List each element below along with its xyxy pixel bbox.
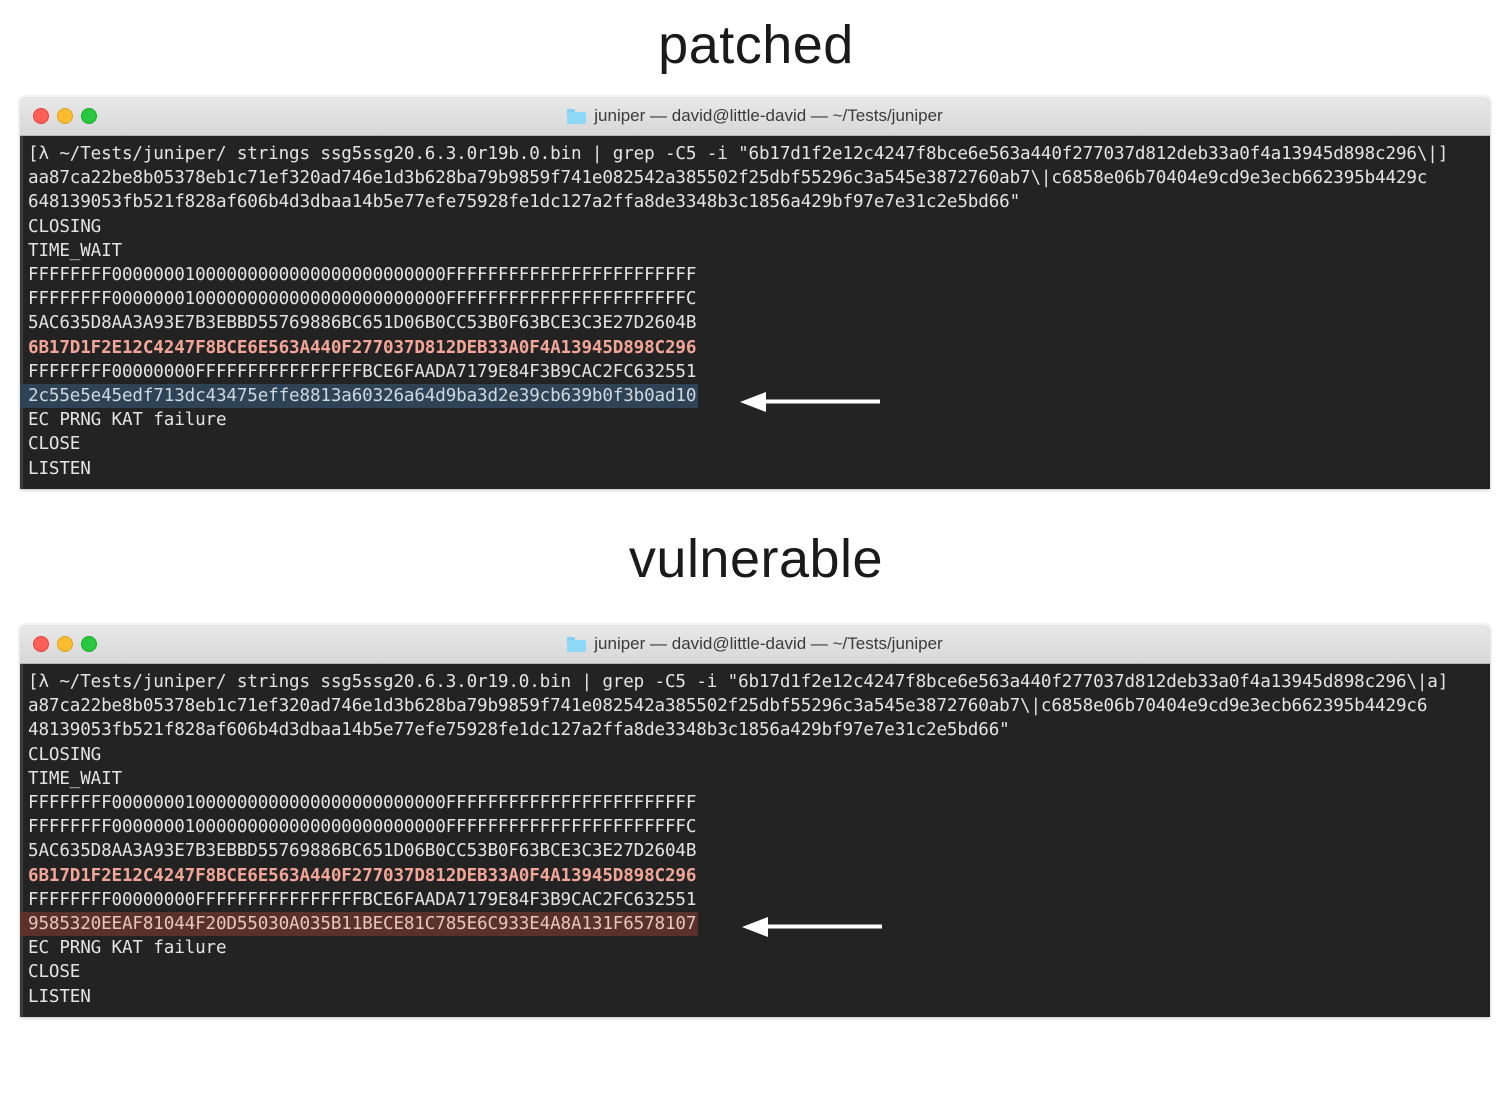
window-title-vulnerable: juniper — david@little-david — ~/Tests/j… — [594, 634, 943, 653]
terminal-line-vulnerable-q: 9585320EEAF81044F20D55030A035B11BECE81C7… — [20, 912, 699, 937]
terminal-line: 5AC635D8AA3A93E7B3EBBD55769886BC651D06B0… — [28, 841, 697, 862]
terminal-output-vulnerable[interactable]: [λ ~/Tests/juniper/ strings ssg5ssg20.6.… — [20, 664, 1490, 1017]
close-button[interactable] — [33, 108, 49, 124]
terminal-line: CLOSE — [28, 434, 81, 455]
terminal-window-patched[interactable]: juniper — david@little-david — ~/Tests/j… — [20, 96, 1490, 489]
terminal-line: [λ ~/Tests/juniper/ strings ssg5ssg20.6.… — [28, 672, 1449, 692]
terminal-line: LISTEN — [28, 458, 91, 479]
titlebar-vulnerable[interactable]: juniper — david@little-david — ~/Tests/j… — [20, 624, 1490, 664]
terminal-window-vulnerable[interactable]: juniper — david@little-david — ~/Tests/j… — [20, 624, 1490, 1017]
heading-vulnerable: vulnerable — [628, 529, 884, 589]
title-wrap-patched: juniper — david@little-david — ~/Tests/j… — [567, 106, 943, 126]
close-button[interactable] — [33, 636, 49, 652]
terminal-line: a87ca22be8b05378eb1c71ef320ad746e1d3b628… — [28, 696, 1428, 717]
folder-icon — [567, 108, 587, 124]
terminal-line: FFFFFFFF00000000FFFFFFFFFFFFFFFFBCE6FAAD… — [28, 361, 697, 382]
terminal-line: CLOSE — [28, 962, 81, 983]
terminal-line: FFFFFFFF00000001000000000000000000000000… — [28, 793, 697, 814]
terminal-line: TIME_WAIT — [28, 240, 122, 261]
terminal-line: [λ ~/Tests/juniper/ strings ssg5ssg20.6.… — [28, 144, 1449, 164]
terminal-line: FFFFFFFF00000001000000000000000000000000… — [28, 289, 697, 310]
zoom-button[interactable] — [81, 108, 97, 124]
terminal-line: EC PRNG KAT failure — [28, 938, 227, 959]
title-wrap-vulnerable: juniper — david@little-david — ~/Tests/j… — [567, 634, 943, 654]
terminal-line: LISTEN — [28, 986, 91, 1007]
terminal-line: CLOSING — [28, 216, 102, 237]
terminal-line: CLOSING — [28, 744, 102, 765]
minimize-button[interactable] — [57, 636, 73, 652]
terminal-line: FFFFFFFF00000001000000000000000000000000… — [28, 265, 697, 286]
traffic-lights-vulnerable — [33, 625, 97, 663]
terminal-line-grep-match: 6B17D1F2E12C4247F8BCE6E563A440F277037D81… — [28, 865, 697, 886]
terminal-line-grep-match: 6B17D1F2E12C4247F8BCE6E563A440F277037D81… — [28, 337, 697, 358]
terminal-line: TIME_WAIT — [28, 768, 122, 789]
folder-icon — [567, 636, 587, 652]
traffic-lights-patched — [33, 97, 97, 135]
window-title-patched: juniper — david@little-david — ~/Tests/j… — [594, 106, 943, 125]
terminal-line: 648139053fb521f828af606b4d3dbaa14b5e77ef… — [28, 192, 1021, 213]
terminal-line-highlight-row: 9585320EEAF81044F20D55030A035B11BECE81C7… — [20, 912, 1490, 937]
terminal-line: 5AC635D8AA3A93E7B3EBBD55769886BC651D06B0… — [28, 313, 697, 334]
terminal-line: EC PRNG KAT failure — [28, 410, 227, 431]
zoom-button[interactable] — [81, 636, 97, 652]
terminal-line: FFFFFFFF00000000FFFFFFFFFFFFFFFFBCE6FAAD… — [28, 889, 697, 910]
terminal-line: FFFFFFFF00000001000000000000000000000000… — [28, 817, 697, 838]
terminal-line: 48139053fb521f828af606b4d3dbaa14b5e77efe… — [28, 720, 1010, 741]
titlebar-patched[interactable]: juniper — david@little-david — ~/Tests/j… — [20, 96, 1490, 136]
minimize-button[interactable] — [57, 108, 73, 124]
heading-patched: patched — [658, 15, 854, 75]
terminal-output-patched[interactable]: [λ ~/Tests/juniper/ strings ssg5ssg20.6.… — [20, 136, 1490, 489]
terminal-line-highlight-row: 2c55e5e45edf713dc43475effe8813a60326a64d… — [20, 384, 1490, 409]
terminal-line: aa87ca22be8b05378eb1c71ef320ad746e1d3b62… — [28, 168, 1428, 189]
terminal-line-patched-q: 2c55e5e45edf713dc43475effe8813a60326a64d… — [20, 384, 699, 409]
